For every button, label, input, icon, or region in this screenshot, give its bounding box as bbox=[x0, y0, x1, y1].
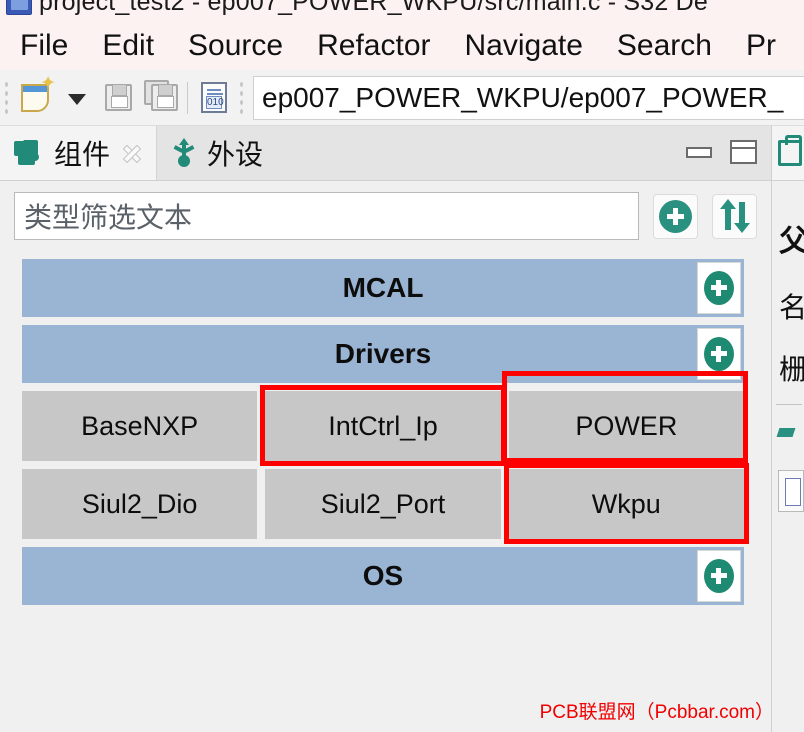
add-to-drivers-button[interactable] bbox=[697, 328, 741, 380]
right-docked-panel: ⽗ 名 栅 bbox=[771, 126, 804, 732]
maximize-icon[interactable] bbox=[730, 140, 757, 164]
tab-components-label: 组件 bbox=[54, 139, 111, 170]
save-button[interactable] bbox=[98, 76, 140, 120]
plus-icon bbox=[704, 337, 734, 371]
view-tab-strip: 组件 外设 bbox=[0, 126, 771, 181]
group-header-os[interactable]: OS bbox=[22, 547, 744, 605]
tab-peripherals[interactable]: 外设 bbox=[157, 126, 277, 180]
component-tile-intctrl-ip[interactable]: IntCtrl_Ip bbox=[260, 385, 506, 466]
right-panel-body: ⽗ 名 栅 bbox=[772, 182, 804, 732]
component-row: Siul2_Dio Siul2_Port Wkpu bbox=[22, 463, 750, 544]
right-panel-line-2: 栅 bbox=[779, 348, 804, 388]
address-field[interactable]: ep007_POWER_WKPU/ep007_POWER_ bbox=[253, 75, 804, 120]
menu-item-search[interactable]: Search bbox=[617, 29, 712, 63]
component-tile-label: Siul2_Dio bbox=[81, 488, 198, 519]
minimize-icon[interactable] bbox=[686, 146, 712, 158]
toolbar-grip-1[interactable] bbox=[4, 79, 10, 116]
check-icon bbox=[776, 428, 796, 437]
menu-item-edit[interactable]: Edit bbox=[102, 29, 154, 63]
component-tile-label: Wkpu bbox=[591, 488, 661, 519]
group-header-mcal[interactable]: MCAL bbox=[22, 259, 744, 317]
tab-components[interactable]: 组件 bbox=[0, 126, 158, 180]
menu-item-file[interactable]: File bbox=[20, 29, 68, 63]
panel-window-controls bbox=[686, 140, 757, 164]
group-title-drivers: Drivers bbox=[334, 338, 432, 369]
right-panel-divider bbox=[776, 404, 802, 405]
sort-toggle-button[interactable] bbox=[712, 193, 757, 239]
hex-editor-button[interactable]: 010 bbox=[193, 76, 235, 120]
toolbar-grip-2[interactable] bbox=[239, 79, 245, 116]
filter-input[interactable]: 类型筛选文本 bbox=[14, 192, 639, 240]
add-component-button[interactable] bbox=[653, 193, 698, 239]
right-panel-line-1: 名 bbox=[779, 286, 804, 326]
menu-item-project[interactable]: Pr bbox=[746, 29, 776, 63]
component-tile-label: BaseNXP bbox=[81, 410, 199, 441]
save-icon bbox=[105, 83, 132, 111]
filter-toolbar: 类型筛选文本 bbox=[0, 181, 771, 251]
component-tile-siul2-port[interactable]: Siul2_Port bbox=[265, 469, 501, 539]
main-toolbar: 010 ep007_POWER_WKPU/ep007_POWER_ bbox=[0, 70, 804, 126]
save-all-icon bbox=[151, 83, 178, 111]
group-title-os: OS bbox=[362, 560, 404, 591]
window-title: project_test2 - ep007_POWER_WKPU/src/mai… bbox=[39, 0, 708, 16]
components-icon bbox=[14, 140, 44, 166]
menu-item-navigate[interactable]: Navigate bbox=[465, 29, 583, 63]
usb-icon bbox=[171, 138, 197, 167]
close-icon[interactable] bbox=[120, 142, 142, 164]
right-panel-heading: ⽗ bbox=[779, 216, 804, 260]
hex-icon-label: 010 bbox=[206, 95, 224, 109]
chevron-down-icon bbox=[68, 93, 86, 105]
components-view-panel: 组件 外设 类型筛选文本 MCAL Drivers BaseNXP IntCtr… bbox=[0, 126, 771, 732]
tab-properties[interactable] bbox=[772, 126, 804, 181]
menu-item-refactor[interactable]: Refactor bbox=[317, 29, 430, 63]
component-tile-siul2-dio[interactable]: Siul2_Dio bbox=[22, 469, 258, 539]
component-tile-wkpu[interactable]: Wkpu bbox=[503, 463, 750, 544]
plus-icon bbox=[704, 559, 734, 593]
plus-icon bbox=[659, 199, 692, 233]
right-panel-field[interactable] bbox=[778, 470, 804, 512]
component-tile-power[interactable]: POWER bbox=[501, 371, 749, 463]
group-header-drivers[interactable]: Drivers bbox=[22, 325, 744, 383]
new-file-dropdown-button[interactable] bbox=[56, 76, 98, 120]
add-to-os-button[interactable] bbox=[697, 550, 741, 602]
properties-icon bbox=[778, 135, 802, 166]
hex-file-icon: 010 bbox=[201, 81, 227, 113]
toolbar-separator-1 bbox=[187, 81, 188, 114]
watermark: PCB联盟网（Pcbbar.com） bbox=[539, 702, 774, 723]
save-all-button[interactable] bbox=[140, 76, 182, 120]
group-title-mcal: MCAL bbox=[342, 272, 424, 303]
component-tree: MCAL Drivers BaseNXP IntCtrl_Ip POWER Si… bbox=[22, 259, 750, 613]
window-title-bar: project_test2 - ep007_POWER_WKPU/src/mai… bbox=[0, 0, 804, 22]
new-file-button[interactable] bbox=[14, 74, 56, 120]
app-icon bbox=[6, 0, 32, 15]
new-file-icon bbox=[21, 74, 56, 112]
component-tile-label: IntCtrl_Ip bbox=[328, 410, 438, 441]
component-tile-basenxp[interactable]: BaseNXP bbox=[22, 391, 258, 461]
add-to-mcal-button[interactable] bbox=[697, 262, 741, 314]
plus-icon bbox=[704, 271, 734, 305]
menu-bar: File Edit Source Refactor Navigate Searc… bbox=[0, 22, 804, 70]
component-tile-label: Siul2_Port bbox=[320, 488, 446, 519]
tab-peripherals-label: 外设 bbox=[207, 139, 264, 170]
sort-arrows-icon bbox=[718, 199, 752, 233]
menu-item-source[interactable]: Source bbox=[188, 29, 283, 63]
component-tile-label: POWER bbox=[575, 410, 678, 441]
component-row: BaseNXP IntCtrl_Ip POWER bbox=[22, 371, 749, 466]
